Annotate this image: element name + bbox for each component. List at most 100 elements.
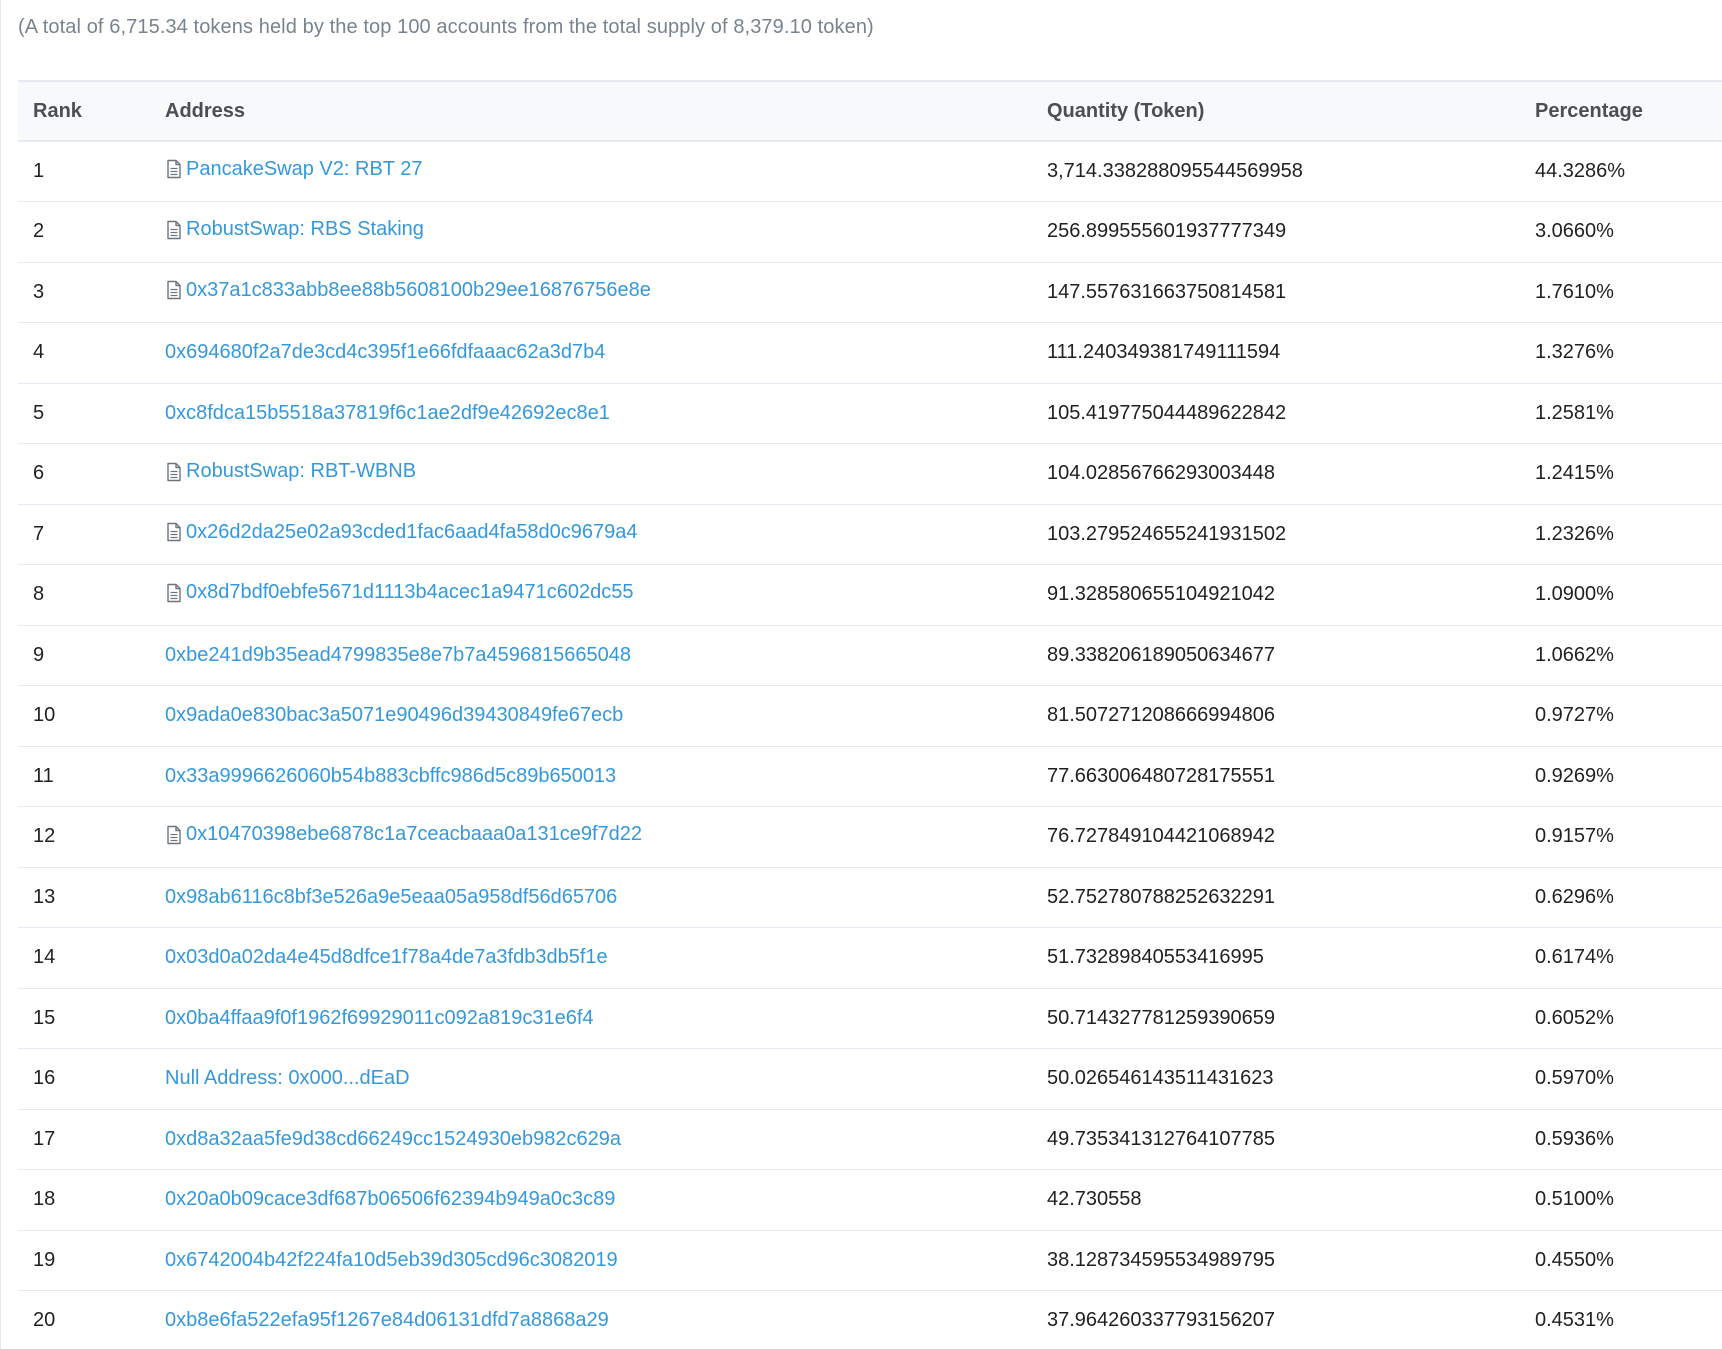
address-cell: 0x0ba4ffaa9f0f1962f69929011c092a819c31e6… [165,988,1047,1049]
file-document-icon [165,825,183,845]
table-row: 7 0x26d2da25e02a93cded1fac6aad4fa58d0c967… [18,504,1722,565]
quantity-cell: 89.338206189050634677 [1047,625,1535,686]
table-row: 1 PancakeSwap V2: RBT 27 3,714.33828809554… [18,141,1722,202]
holder-address-link[interactable]: PancakeSwap V2: RBT 27 [165,158,422,181]
holder-address-text: PancakeSwap V2: RBT 27 [186,157,423,180]
column-header-address: Address [165,80,1047,142]
holder-address-link[interactable]: 0x20a0b09cace3df687b06506f62394b949a0c3c… [165,1188,615,1211]
quantity-cell: 147.557631663750814581 [1047,262,1535,323]
holder-address-link[interactable]: RobustSwap: RBT-WBNB [165,460,416,483]
file-document-icon [165,583,183,603]
holder-address-link[interactable]: 0x10470398ebe6878c1a7ceacbaaa0a131ce9f7d… [165,823,642,846]
table-row: 13 0x98ab6116c8bf3e526a9e5eaa05a958df56d6… [18,867,1722,928]
rank-cell: 8 [18,564,165,626]
table-row: 20 0xb8e6fa522efa95f1267e84d06131dfd7a886… [18,1290,1722,1349]
table-row: 8 0x8d7bdf0ebfe5671d1113b4acec1a9471c602d… [18,564,1722,626]
rank-cell: 7 [18,504,165,565]
file-document-icon [165,462,183,482]
holder-address-link[interactable]: 0x26d2da25e02a93cded1fac6aad4fa58d0c9679… [165,521,638,544]
holder-address-link[interactable]: 0x9ada0e830bac3a5071e90496d39430849fe67e… [165,704,623,727]
percentage-cell: 0.5970% [1535,1048,1722,1110]
column-header-rank: Rank [18,80,165,142]
holder-address-text: 0x6742004b42f224fa10d5eb39d305cd96c30820… [165,1248,618,1271]
table-body: 1 PancakeSwap V2: RBT 27 3,714.33828809554… [18,141,1722,1349]
address-cell: 0x9ada0e830bac3a5071e90496d39430849fe67e… [165,685,1047,747]
percentage-cell: 0.9727% [1535,685,1722,747]
holder-address-link[interactable]: 0x0ba4ffaa9f0f1962f69929011c092a819c31e6… [165,1007,594,1030]
rank-cell: 13 [18,867,165,928]
table-row: 6 RobustSwap: RBT-WBNB 104.028567662930034… [18,443,1722,505]
quantity-cell: 76.727849104421068942 [1047,806,1535,868]
holder-address-link[interactable]: 0x6742004b42f224fa10d5eb39d305cd96c30820… [165,1249,618,1272]
quantity-cell: 42.730558 [1047,1169,1535,1231]
table-row: 19 0x6742004b42f224fa10d5eb39d305cd96c308… [18,1230,1722,1291]
file-document-icon [165,159,183,179]
holder-address-text: 0xbe241d9b35ead4799835e8e7b7a45968156650… [165,643,632,666]
percentage-cell: 1.0662% [1535,625,1722,686]
address-cell: RobustSwap: RBT-WBNB [165,443,1047,505]
holder-address-text: 0x20a0b09cace3df687b06506f62394b949a0c3c… [165,1188,616,1211]
quantity-cell: 104.02856766293003448 [1047,443,1535,505]
holder-address-text: 0xb8e6fa522efa95f1267e84d06131dfd7a8868a… [165,1309,609,1332]
holder-address-link[interactable]: Null Address: 0x000...dEaD [165,1067,410,1090]
address-cell: 0x10470398ebe6878c1a7ceacbaaa0a131ce9f7d… [165,806,1047,868]
holder-address-link[interactable]: 0x8d7bdf0ebfe5671d1113b4acec1a9471c602dc… [165,581,633,604]
quantity-cell: 81.507271208666994806 [1047,685,1535,747]
rank-cell: 16 [18,1048,165,1110]
percentage-cell: 44.3286% [1535,141,1722,202]
quantity-cell: 3,714.338288095544569958 [1047,141,1535,202]
table-row: 5 0xc8fdca15b5518a37819f6c1ae2df9e42692ec… [18,383,1722,444]
holder-address-text: 0xc8fdca15b5518a37819f6c1ae2df9e42692ec8… [165,401,610,424]
percentage-cell: 0.5936% [1535,1109,1722,1170]
address-cell: 0xbe241d9b35ead4799835e8e7b7a45968156650… [165,625,1047,686]
table-row: 3 0x37a1c833abb8ee88b5608100b29ee16876756… [18,262,1722,323]
quantity-cell: 50.026546143511431623 [1047,1048,1535,1110]
table-row: 10 0x9ada0e830bac3a5071e90496d39430849fe6… [18,685,1722,747]
percentage-cell: 1.3276% [1535,322,1722,384]
holder-address-link[interactable]: 0xd8a32aa5fe9d38cd66249cc1524930eb982c62… [165,1128,621,1151]
holder-address-link[interactable]: 0x33a9996626060b54b883cbffc986d5c89b6500… [165,765,616,788]
quantity-cell: 91.328580655104921042 [1047,564,1535,626]
address-cell: 0x8d7bdf0ebfe5671d1113b4acec1a9471c602dc… [165,564,1047,626]
rank-cell: 3 [18,262,165,323]
quantity-cell: 37.964260337793156207 [1047,1290,1535,1349]
table-row: 9 0xbe241d9b35ead4799835e8e7b7a4596815665… [18,625,1722,686]
holder-address-link[interactable]: 0xbe241d9b35ead4799835e8e7b7a45968156650… [165,644,631,667]
table-row: 14 0x03d0a02da4e45d8dfce1f78a4de7a3fdb3db… [18,927,1722,989]
quantity-cell: 111.240349381749111594 [1047,322,1535,384]
quantity-cell: 50.714327781259390659 [1047,988,1535,1049]
holder-address-link[interactable]: 0xc8fdca15b5518a37819f6c1ae2df9e42692ec8… [165,402,610,425]
holder-address-text: RobustSwap: RBS Staking [186,218,424,240]
quantity-cell: 51.73289840553416995 [1047,927,1535,989]
percentage-cell: 3.0660% [1535,201,1722,263]
quantity-cell: 49.735341312764107785 [1047,1109,1535,1170]
table-row: 16 Null Address: 0x000...dEaD 50.026546143… [18,1048,1722,1110]
address-cell: 0x03d0a02da4e45d8dfce1f78a4de7a3fdb3db5f… [165,927,1047,989]
rank-cell: 15 [18,988,165,1049]
rank-cell: 11 [18,746,165,807]
table-row: 2 RobustSwap: RBS Staking 256.899555601937… [18,201,1722,263]
address-cell: 0xc8fdca15b5518a37819f6c1ae2df9e42692ec8… [165,383,1047,444]
percentage-cell: 1.0900% [1535,564,1722,626]
quantity-cell: 52.752780788252632291 [1047,867,1535,928]
quantity-cell: 103.279524655241931502 [1047,504,1535,565]
file-document-icon [165,220,183,240]
rank-cell: 2 [18,201,165,263]
holder-address-text: 0x26d2da25e02a93cded1fac6aad4fa58d0c9679… [186,520,638,543]
holder-address-link[interactable]: 0x03d0a02da4e45d8dfce1f78a4de7a3fdb3db5f… [165,946,608,969]
address-cell: 0x33a9996626060b54b883cbffc986d5c89b6500… [165,746,1047,807]
holder-address-link[interactable]: RobustSwap: RBS Staking [165,218,424,241]
percentage-cell: 0.6174% [1535,927,1722,989]
percentage-cell: 1.2581% [1535,383,1722,444]
holder-address-link[interactable]: 0x694680f2a7de3cd4c395f1e66fdfaaac62a3d7… [165,341,605,364]
holder-address-link[interactable]: 0x98ab6116c8bf3e526a9e5eaa05a958df56d657… [165,886,617,909]
table-row: 15 0x0ba4ffaa9f0f1962f69929011c092a819c31… [18,988,1722,1049]
holder-address-text: 0xd8a32aa5fe9d38cd66249cc1524930eb982c62… [165,1127,621,1150]
file-document-icon [165,280,183,300]
address-cell: 0x6742004b42f224fa10d5eb39d305cd96c30820… [165,1230,1047,1291]
holder-address-text: 0x33a9996626060b54b883cbffc986d5c89b6500… [165,764,617,787]
address-cell: RobustSwap: RBS Staking [165,201,1047,263]
holder-address-link[interactable]: 0xb8e6fa522efa95f1267e84d06131dfd7a8868a… [165,1309,609,1332]
holder-address-link[interactable]: 0x37a1c833abb8ee88b5608100b29ee16876756e… [165,279,651,302]
rank-cell: 9 [18,625,165,686]
